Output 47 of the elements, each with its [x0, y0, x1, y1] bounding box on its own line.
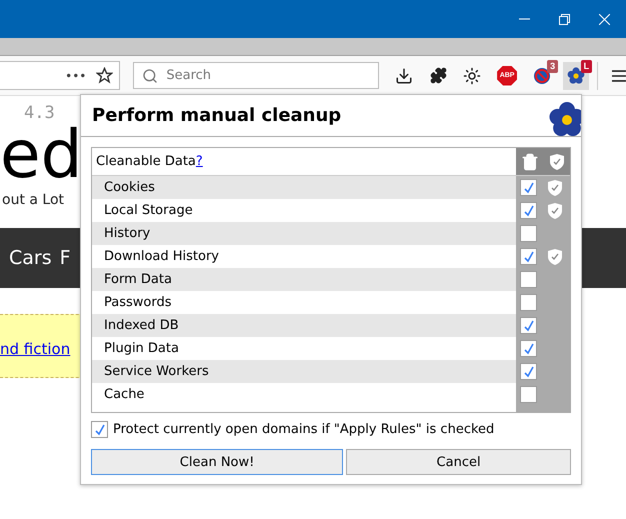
checkbox[interactable] [520, 179, 537, 196]
minimize-icon[interactable] [519, 18, 530, 20]
checkbox[interactable] [520, 271, 537, 288]
sun-icon[interactable] [463, 66, 482, 84]
checkbox[interactable] [520, 340, 537, 357]
shield-icon [549, 152, 565, 170]
checkbox[interactable] [520, 317, 537, 334]
close-icon[interactable] [599, 14, 610, 24]
tagline: out a Lot [1, 192, 66, 208]
rating-number: 4.3 [24, 104, 55, 122]
more-actions-button[interactable]: ••• [65, 68, 86, 82]
search-input[interactable]: Search [164, 67, 368, 84]
checkbox[interactable] [520, 225, 537, 242]
search-icon [142, 68, 158, 84]
puzzle-icon[interactable] [430, 67, 447, 84]
flower-button[interactable]: L [563, 62, 590, 90]
table-cell: Form Data [92, 268, 516, 291]
checkbox[interactable] [91, 421, 108, 438]
prohibited-sign-icon[interactable] [533, 66, 552, 84]
menu-icon[interactable] [612, 70, 626, 82]
download-icon[interactable] [395, 66, 414, 84]
table-cell: History [92, 222, 516, 245]
checkbox[interactable] [520, 386, 537, 403]
checkbox[interactable] [520, 202, 537, 219]
dialog-button[interactable]: Cancel [346, 449, 571, 475]
letter-badge: L [580, 60, 592, 72]
option-label: Protect currently open domains if "Apply Rules" is checked [113, 422, 494, 437]
count-badge: 3 [547, 60, 558, 72]
header-label: Cleanable Data [96, 154, 196, 169]
star-icon[interactable] [96, 67, 114, 84]
nav-link[interactable]: F [60, 247, 71, 269]
table-cell: Indexed DB [92, 314, 516, 337]
popup-title: Perform manual cleanup [92, 105, 342, 126]
restore-icon[interactable] [559, 14, 570, 24]
checkbox[interactable] [520, 363, 537, 380]
checkbox[interactable] [520, 294, 537, 311]
table-cell: Service Workers [92, 360, 516, 383]
dialog-button[interactable]: Clean Now! [91, 449, 344, 475]
notice-link[interactable]: nd fiction [0, 340, 70, 358]
address-field[interactable]: ••• [0, 61, 120, 90]
table-cell: Cookies [92, 176, 516, 199]
help-link[interactable]: ? [196, 154, 203, 169]
search-field[interactable]: Search [133, 62, 380, 89]
nav-link[interactable]: Cars [9, 247, 52, 269]
trash-icon [521, 152, 539, 170]
page-heading: ed [0, 120, 82, 190]
checkbox[interactable] [520, 248, 537, 265]
